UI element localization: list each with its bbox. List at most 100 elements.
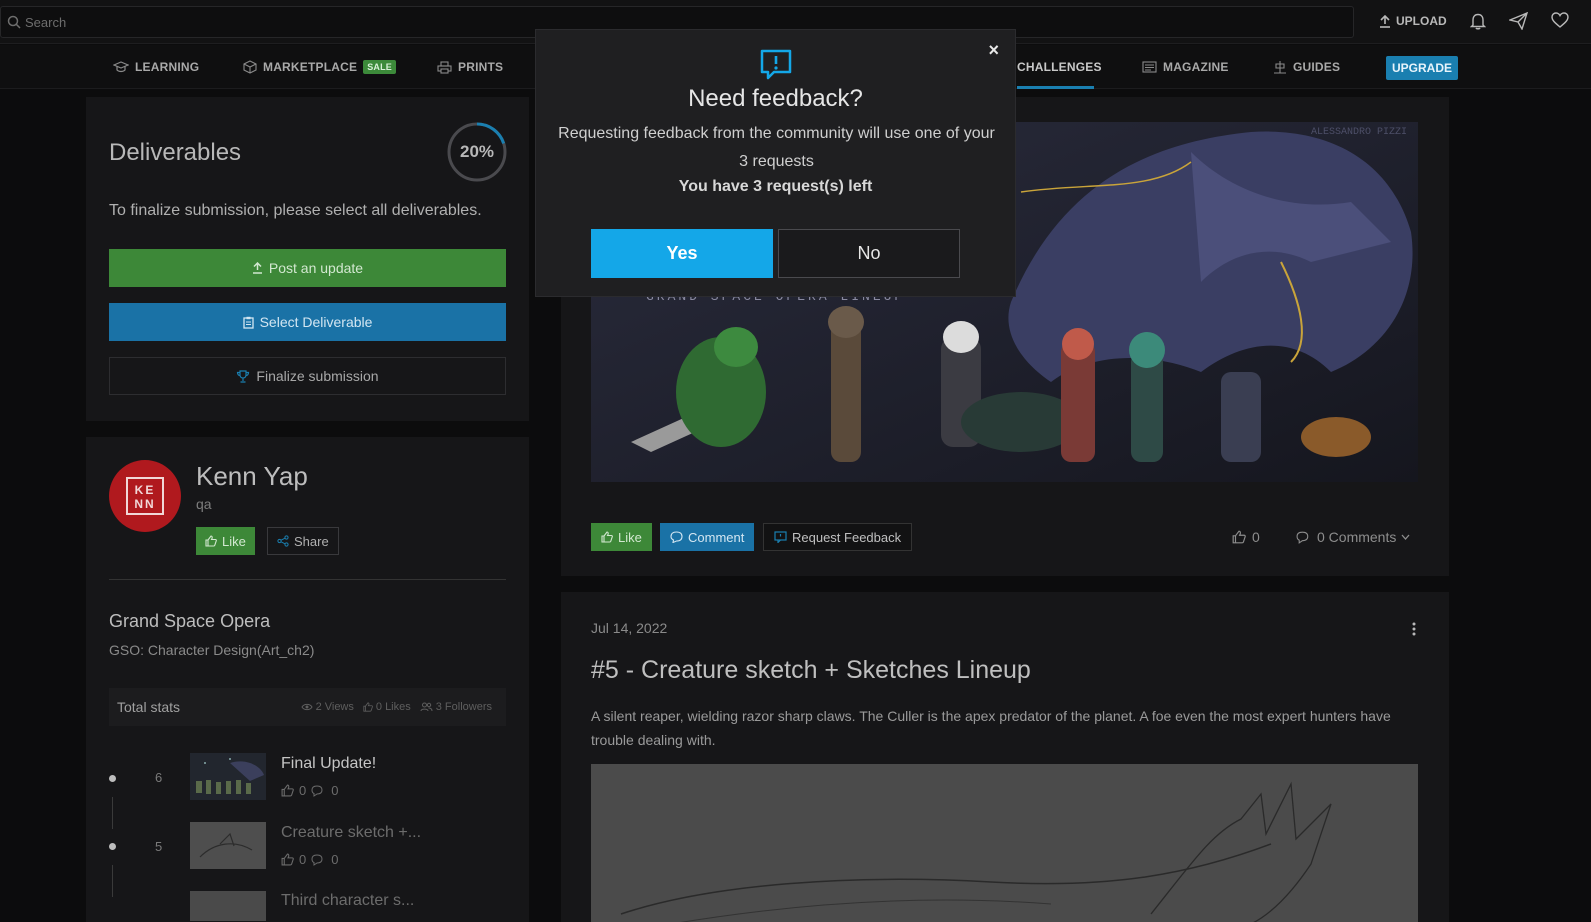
eye-icon [300, 703, 313, 711]
views-count: 2 Views [315, 701, 354, 713]
post-likes-count[interactable]: 0 [1232, 529, 1260, 545]
close-button[interactable]: × [988, 40, 999, 61]
update-comments: 0 [331, 783, 339, 798]
update-meta: 0 0 [281, 783, 338, 798]
challenge-title[interactable]: Grand Space Opera [109, 611, 270, 632]
post-sketch-image[interactable] [591, 764, 1418, 922]
timeline-line [112, 865, 113, 897]
heart-icon[interactable] [1551, 12, 1569, 29]
profile-share-button[interactable]: Share [267, 527, 339, 555]
nav-marketplace-label: MARKETPLACE [263, 60, 358, 74]
yes-button[interactable]: Yes [591, 229, 773, 278]
post-like-button[interactable]: Like [591, 523, 652, 551]
post-comments-value: 0 Comments [1317, 529, 1397, 545]
update-number: 6 [155, 770, 163, 785]
profile-like-label: Like [222, 533, 246, 549]
challenge-subtitle: GSO: Character Design(Art_ch2) [109, 642, 315, 658]
profile-share-label: Share [294, 533, 329, 549]
dialog-title: Need feedback? [688, 85, 863, 112]
box-icon [243, 60, 257, 74]
deliverables-card: Deliverables 20% To finalize submission,… [86, 97, 529, 421]
post-description: A silent reaper, wielding razor sharp cl… [591, 708, 1391, 748]
deliverables-note: To finalize submission, please select al… [109, 202, 482, 219]
total-stats-label: Total stats [117, 699, 181, 715]
thumbs-up-icon [281, 784, 294, 797]
paper-plane-icon[interactable] [1509, 12, 1528, 30]
followers-count: 3 Followers [435, 701, 492, 713]
feedback-alert-icon [760, 49, 792, 80]
nav-challenges[interactable]: CHALLENGES [1017, 60, 1102, 74]
post-card: Jul 14, 2022 #5 - Creature sketch + Sket… [561, 592, 1449, 922]
active-tab-indicator [1017, 86, 1094, 89]
dialog-message: Requesting feedback from the community w… [558, 125, 995, 170]
nav-challenges-label: CHALLENGES [1017, 60, 1102, 74]
comments-icon [1296, 531, 1309, 544]
update-likes: 0 [299, 783, 307, 798]
avatar[interactable]: KE NN [109, 460, 181, 532]
nav-magazine[interactable]: MAGAZINE [1142, 60, 1229, 74]
profile-card: KE NN Kenn Yap qa Like Share Grand Space … [86, 437, 529, 922]
total-stats: Total stats 2 Views 0 Likes 3 Followers [109, 688, 506, 726]
nav-magazine-label: MAGAZINE [1163, 60, 1229, 74]
profile-name[interactable]: Kenn Yap [196, 461, 308, 492]
search-icon [7, 15, 21, 29]
share-icon [277, 535, 289, 547]
thumbs-up-icon [205, 535, 217, 547]
timeline-dot [109, 843, 116, 850]
requests-left: You have 3 request(s) left [678, 178, 873, 195]
thumbs-up-icon [363, 702, 373, 712]
nav-guides[interactable]: GUIDES [1273, 60, 1340, 74]
update-title[interactable]: Creature sketch +... [281, 824, 421, 842]
comment-icon [670, 531, 683, 543]
comments-icon [311, 784, 323, 797]
stats-meta: 2 Views 0 Likes 3 Followers [300, 701, 492, 713]
thumbs-up-icon [601, 531, 613, 543]
finalize-submission-label: Finalize submission [256, 368, 379, 384]
post-title[interactable]: #5 - Creature sketch + Sketches Lineup [591, 656, 1031, 685]
nav-guides-label: GUIDES [1293, 60, 1341, 74]
update-meta: 0 0 [281, 852, 338, 867]
no-button[interactable]: No [778, 229, 960, 278]
bell-icon[interactable] [1470, 12, 1486, 30]
caret-down-icon [1401, 534, 1410, 540]
select-deliverable-button[interactable]: Select Deliverable [109, 303, 506, 341]
update-thumbnail[interactable] [190, 753, 266, 800]
update-comments: 0 [331, 852, 339, 867]
profile-like-button[interactable]: Like [196, 527, 255, 555]
print-icon [437, 60, 452, 74]
more-options-icon[interactable] [1412, 622, 1416, 636]
progress-ring: 20% [447, 122, 507, 182]
request-feedback-button[interactable]: Request Feedback [763, 523, 913, 551]
likes-count-stat: 0 Likes [375, 701, 411, 713]
avatar-logo: KE NN [126, 477, 164, 515]
nav-prints[interactable]: PRINTS [437, 60, 503, 74]
post-comments-toggle[interactable]: 0 Comments [1296, 529, 1410, 545]
deliverables-title: Deliverables [109, 139, 242, 166]
upgrade-button[interactable]: UPGRADE [1386, 56, 1459, 80]
likes-stat: 0 Likes [363, 701, 411, 713]
update-title[interactable]: Final Update! [281, 755, 376, 773]
post-like-label: Like [618, 529, 642, 545]
divider [109, 579, 506, 580]
guide-icon [1274, 61, 1286, 74]
upload-button[interactable]: UPLOAD [1379, 14, 1447, 28]
followers-stat: 3 Followers [420, 701, 492, 713]
update-thumbnail[interactable] [190, 822, 266, 869]
nav-learning[interactable]: LEARNING [113, 60, 199, 74]
finalize-submission-button[interactable]: Finalize submission [109, 357, 506, 395]
artwork-watermark: ALESSANDRO PIZZI [1311, 127, 1407, 138]
post-update-button[interactable]: Post an update [109, 249, 506, 287]
post-comment-button[interactable]: Comment [660, 523, 755, 551]
comments-icon [311, 853, 323, 866]
nav-marketplace[interactable]: MARKETPLACE SALE [243, 60, 397, 74]
update-title[interactable]: Third character s... [281, 892, 414, 910]
update-number: 5 [155, 839, 163, 854]
profile-role: qa [196, 496, 212, 512]
update-likes: 0 [299, 852, 307, 867]
request-feedback-label: Request Feedback [792, 529, 902, 545]
upload-icon [1380, 14, 1390, 28]
nav-prints-label: PRINTS [458, 60, 504, 74]
update-thumbnail[interactable] [190, 891, 266, 921]
feedback-dialog: × Need feedback? Requesting feedback fro… [535, 29, 1016, 297]
post-update-label: Post an update [268, 260, 364, 276]
